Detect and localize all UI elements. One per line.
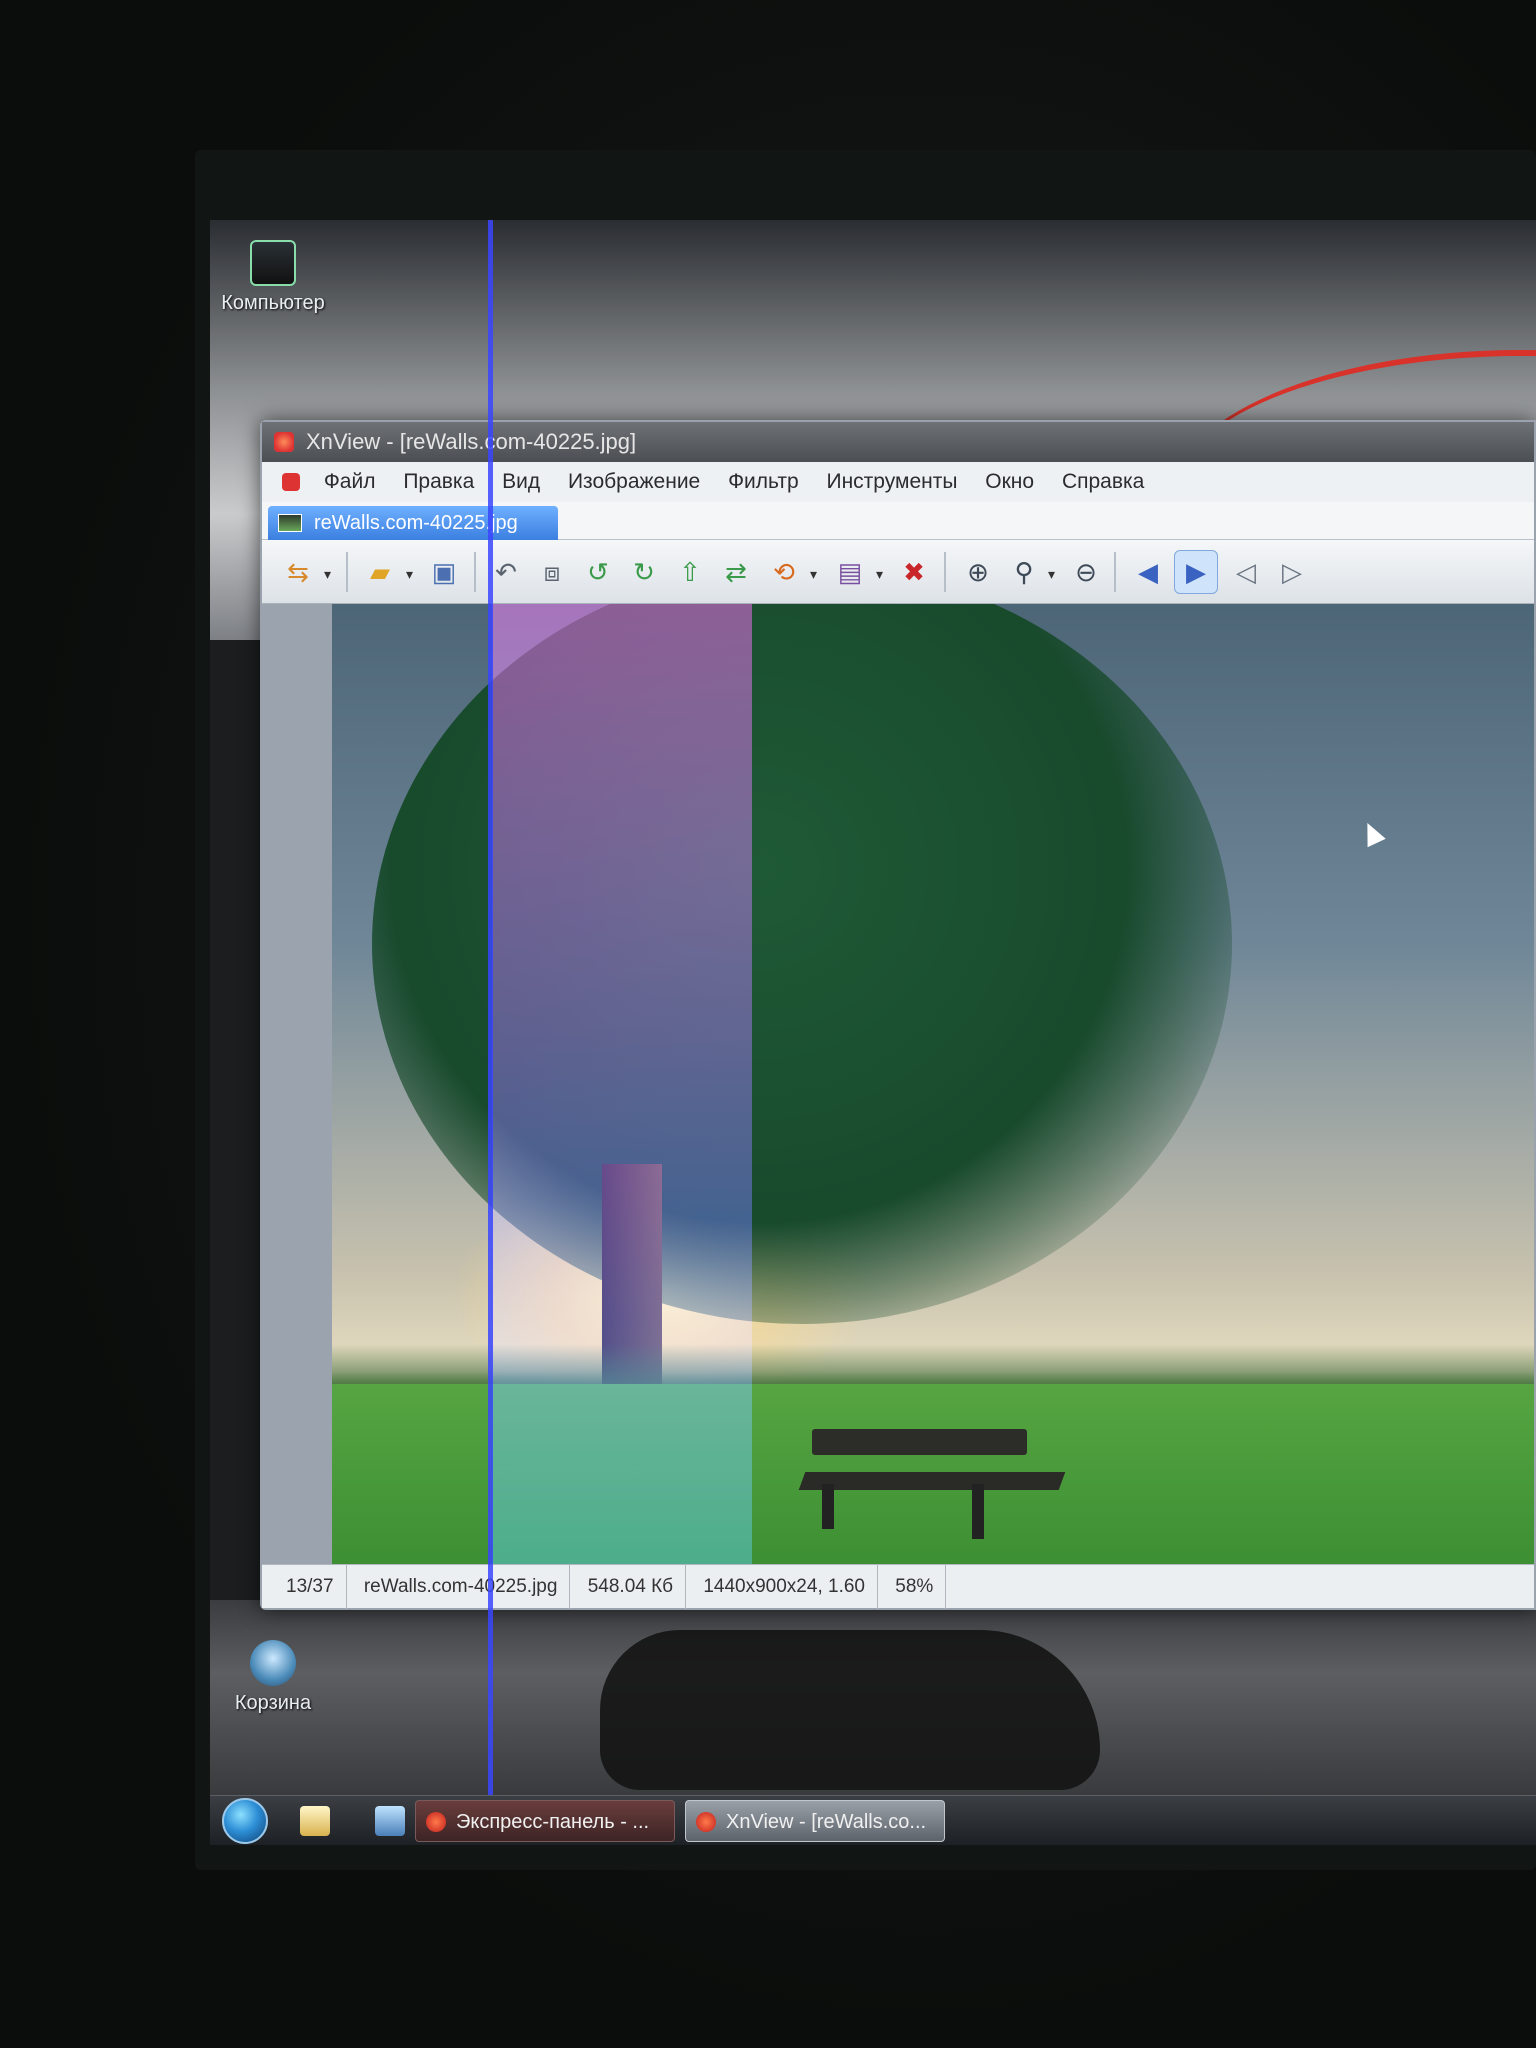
last-page-icon[interactable]: ▷: [1270, 550, 1314, 594]
crop-icon[interactable]: ⧈: [530, 550, 574, 594]
desktop-icon-label: Компьютер: [221, 292, 325, 314]
xnview-window: XnView - [reWalls.com-40225.jpg] Файл Пр…: [260, 420, 1536, 1610]
toolbar-separator: [346, 552, 348, 592]
menu-bar: Файл Правка Вид Изображение Фильтр Инстр…: [262, 462, 1534, 502]
open-folder-icon[interactable]: ▰: [358, 550, 402, 594]
taskbar-item-xnview[interactable]: XnView - [reWalls.co...: [685, 1800, 945, 1842]
delete-icon[interactable]: ✖: [892, 550, 936, 594]
menu-view[interactable]: Вид: [502, 462, 540, 502]
displayed-photo: [332, 604, 1534, 1564]
toolbar-separator: [474, 552, 476, 592]
start-button[interactable]: [222, 1798, 268, 1844]
image-viewer[interactable]: [262, 604, 1534, 1564]
computer-icon: [250, 240, 296, 286]
browser-icon[interactable]: ⇆: [276, 550, 320, 594]
window-titlebar[interactable]: XnView - [reWalls.com-40225.jpg]: [262, 422, 1534, 462]
menu-image[interactable]: Изображение: [568, 462, 700, 502]
menu-tools[interactable]: Инструменты: [826, 462, 957, 502]
photo-bench-leg: [972, 1484, 984, 1539]
wallpaper-car: [600, 1630, 1100, 1790]
display-glitch-line: [488, 220, 493, 1845]
tab-bar: reWalls.com-40225.jpg: [262, 502, 1534, 540]
window-title: XnView - [reWalls.com-40225.jpg]: [306, 429, 637, 454]
chevron-down-icon[interactable]: ▾: [406, 566, 413, 583]
display-glitch-band: [492, 604, 752, 1564]
rotate-left-icon[interactable]: ↺: [576, 550, 620, 594]
toolbar-separator: [1114, 552, 1116, 592]
desktop-screen: Компьютер Корзина XnView - [reWalls.com-…: [210, 220, 1536, 1845]
photo-bench-leg: [822, 1484, 834, 1529]
desktop-icon-label: Корзина: [234, 1692, 312, 1714]
menu-edit[interactable]: Правка: [403, 462, 474, 502]
toolbar: ⇆ ▾ ▰ ▾ ▣ ↶ ⧈ ↺ ↻ ⇧ ⇄ ⟲ ▾ ▤ ▾ ✖ ⊕ ⚲ ▾ ⊖ …: [262, 540, 1534, 604]
rotate-right-icon[interactable]: ↻: [622, 550, 666, 594]
opera-icon: [426, 1812, 446, 1832]
recycle-bin-icon: [250, 1640, 296, 1686]
status-filesize: 548.04 Кб: [576, 1565, 687, 1609]
taskbar: Экспресс-панель - ... XnView - [reWalls.…: [210, 1795, 1536, 1845]
chevron-down-icon[interactable]: ▾: [324, 566, 331, 583]
zoom-in-icon[interactable]: ⊕: [956, 550, 1000, 594]
taskbar-item-opera[interactable]: Экспресс-панель - ...: [415, 1800, 675, 1842]
photo-bench: [812, 1429, 1027, 1455]
convert-icon[interactable]: ⇄: [714, 550, 758, 594]
menu-help[interactable]: Справка: [1062, 462, 1144, 502]
status-index: 13/37: [274, 1565, 347, 1609]
photo-bench-seat: [798, 1472, 1066, 1490]
menu-filter[interactable]: Фильтр: [728, 462, 799, 502]
zoom-out-icon[interactable]: ⊖: [1064, 550, 1108, 594]
viewer-gutter: [262, 604, 332, 1564]
photo-background: Компьютер Корзина XnView - [reWalls.com-…: [0, 0, 1536, 2048]
save-icon[interactable]: ▣: [422, 550, 466, 594]
quicklaunch-app-icon[interactable]: [375, 1806, 405, 1836]
image-thumbnail-icon: [278, 514, 302, 532]
chevron-down-icon[interactable]: ▾: [876, 566, 883, 583]
status-filename: reWalls.com-40225.jpg: [352, 1565, 571, 1609]
menu-file[interactable]: Файл: [324, 462, 376, 502]
chevron-down-icon[interactable]: ▾: [1048, 566, 1055, 583]
system-menu-icon[interactable]: [282, 473, 300, 492]
next-arrow-icon[interactable]: ▶: [1174, 550, 1218, 594]
taskbar-item-label: Экспресс-панель - ...: [456, 1811, 650, 1833]
status-dimensions: 1440x900x24, 1.60: [691, 1565, 878, 1609]
menu-window[interactable]: Окно: [985, 462, 1034, 502]
batch-icon[interactable]: ⟲: [762, 550, 806, 594]
quicklaunch-folder-icon[interactable]: [300, 1806, 330, 1836]
toolbar-separator: [944, 552, 946, 592]
chevron-down-icon[interactable]: ▾: [810, 566, 817, 583]
xnview-icon: [696, 1812, 716, 1832]
zoom-fit-icon[interactable]: ⚲: [1002, 550, 1046, 594]
previous-arrow-icon[interactable]: ◀: [1126, 550, 1170, 594]
xnview-app-icon: [274, 432, 294, 452]
tab-image[interactable]: reWalls.com-40225.jpg: [268, 506, 558, 540]
status-bar: 13/37 reWalls.com-40225.jpg 548.04 Кб 14…: [262, 1564, 1534, 1609]
first-page-icon[interactable]: ◁: [1224, 550, 1268, 594]
desktop-icon-trash[interactable]: Корзина: [218, 1640, 328, 1715]
desktop-icon-computer[interactable]: Компьютер: [218, 240, 328, 315]
taskbar-item-label: XnView - [reWalls.co...: [726, 1811, 927, 1833]
slideshow-icon[interactable]: ▤: [828, 550, 872, 594]
export-icon[interactable]: ⇧: [668, 550, 712, 594]
status-zoom: 58%: [883, 1565, 947, 1609]
